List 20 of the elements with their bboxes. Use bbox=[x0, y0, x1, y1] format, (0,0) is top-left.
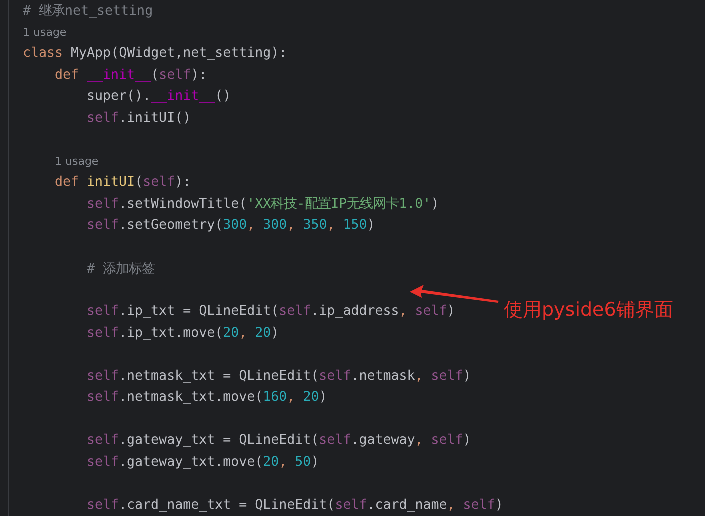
code-line: class MyApp(QWidget,net_setting): bbox=[23, 46, 288, 62]
code-line: self.netmask_txt = QLineEdit(self.netmask, self) bbox=[87, 368, 472, 384]
code-line: self.setGeometry(300, 300, 350, 150) bbox=[87, 218, 376, 234]
code-line: self.netmask_txt.move(160, 20) bbox=[87, 390, 328, 406]
code-line: # 添加标签 bbox=[87, 260, 156, 278]
arrow-icon bbox=[408, 283, 500, 305]
code-line: self.card_name_txt = QLineEdit(self.card_name, self) bbox=[87, 498, 504, 513]
usage-hint[interactable]: 1 usage bbox=[23, 26, 67, 39]
code-line: self.gateway_txt.move(20, 50) bbox=[87, 454, 320, 470]
code-line: self.ip_txt.move(20, 20) bbox=[87, 326, 280, 341]
code-line: def __init__(self): bbox=[55, 68, 208, 83]
code-line: self.ip_txt = QLineEdit(self.ip_address, self) bbox=[87, 304, 456, 320]
annotation-text: 使用pyside6铺界面 bbox=[504, 298, 674, 323]
code-line: self.initUI() bbox=[87, 110, 192, 126]
code-line: # 继承net_setting bbox=[23, 2, 154, 20]
code-line: def initUI(self): bbox=[55, 175, 192, 190]
code-line: super().__init__() bbox=[87, 89, 232, 104]
code-line: self.setWindowTitle('XX科技-配置IP无线网卡1.0') bbox=[87, 196, 440, 214]
code-line: self.gateway_txt = QLineEdit(self.gateway, self) bbox=[87, 433, 472, 448]
usage-hint[interactable]: 1 usage bbox=[55, 154, 99, 168]
